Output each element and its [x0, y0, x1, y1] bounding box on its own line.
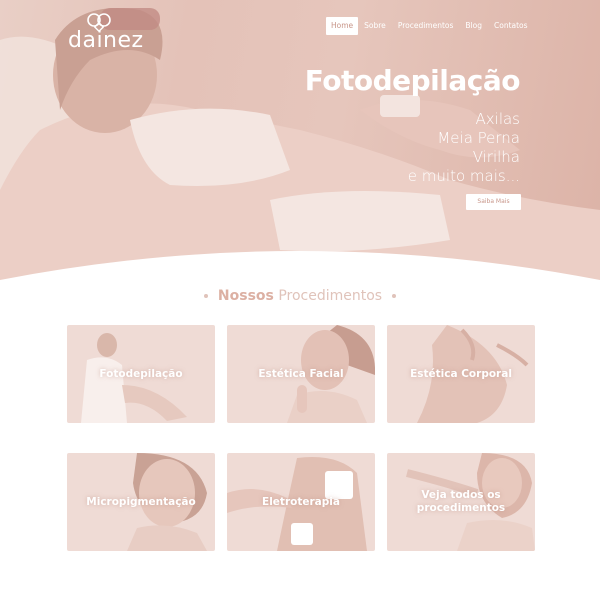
- hero-item-meia-perna: Meia Perna: [437, 129, 520, 147]
- logo-text: dainez: [68, 28, 144, 53]
- card-label: Eletroterapia: [262, 495, 340, 508]
- hero-item-axilas: Axilas: [475, 110, 520, 128]
- nav-contatos[interactable]: Contatos: [488, 17, 534, 35]
- procedure-card-eletroterapia[interactable]: Eletroterapia: [227, 453, 375, 551]
- hero-list: Axilas Meia Perna Virilha e muito mais..…: [408, 110, 520, 186]
- nav-sobre[interactable]: Sobre: [358, 17, 392, 35]
- card-label: Veja todos os procedimentos: [416, 489, 506, 514]
- nav-blog[interactable]: Blog: [459, 17, 488, 35]
- procedure-card-estetica-corporal[interactable]: Estética Corporal: [387, 325, 535, 423]
- title-dot-right: [392, 294, 397, 298]
- procedure-card-fotodepilacao[interactable]: Fotodepilação: [67, 325, 215, 423]
- hero-title: Fotodepilação: [304, 64, 521, 97]
- nav-procedimentos[interactable]: Procedimentos: [392, 17, 460, 35]
- procedure-card-veja-todos[interactable]: Veja todos os procedimentos: [387, 453, 535, 551]
- title-dot-left: [203, 294, 208, 298]
- card-label: Estética Facial: [258, 367, 344, 380]
- nav-home[interactable]: Home: [326, 17, 359, 35]
- main-nav: Home Sobre Procedimentos Blog Contatos: [326, 17, 534, 35]
- card-label: Estética Corporal: [410, 367, 512, 380]
- section-title-light: Procedimentos: [278, 288, 383, 304]
- section-title-bold: Nossos: [217, 288, 274, 304]
- card-label: Fotodepilação: [99, 367, 183, 380]
- hero-item-mais: e muito mais...: [407, 167, 520, 185]
- logo[interactable]: dainez: [68, 12, 143, 53]
- procedure-card-micropigmentacao[interactable]: Micropigmentação: [67, 453, 215, 551]
- procedure-card-estetica-facial[interactable]: Estética Facial: [227, 325, 375, 423]
- hero-wave: [0, 251, 600, 280]
- section-title: Nossos Procedimentos: [0, 288, 600, 304]
- card-label: Micropigmentação: [86, 495, 196, 508]
- hero-banner: dainez Home Sobre Procedimentos Blog Con…: [0, 0, 600, 280]
- hero-item-virilha: Virilha: [472, 148, 520, 166]
- saiba-mais-button[interactable]: Saiba Mais: [466, 194, 521, 210]
